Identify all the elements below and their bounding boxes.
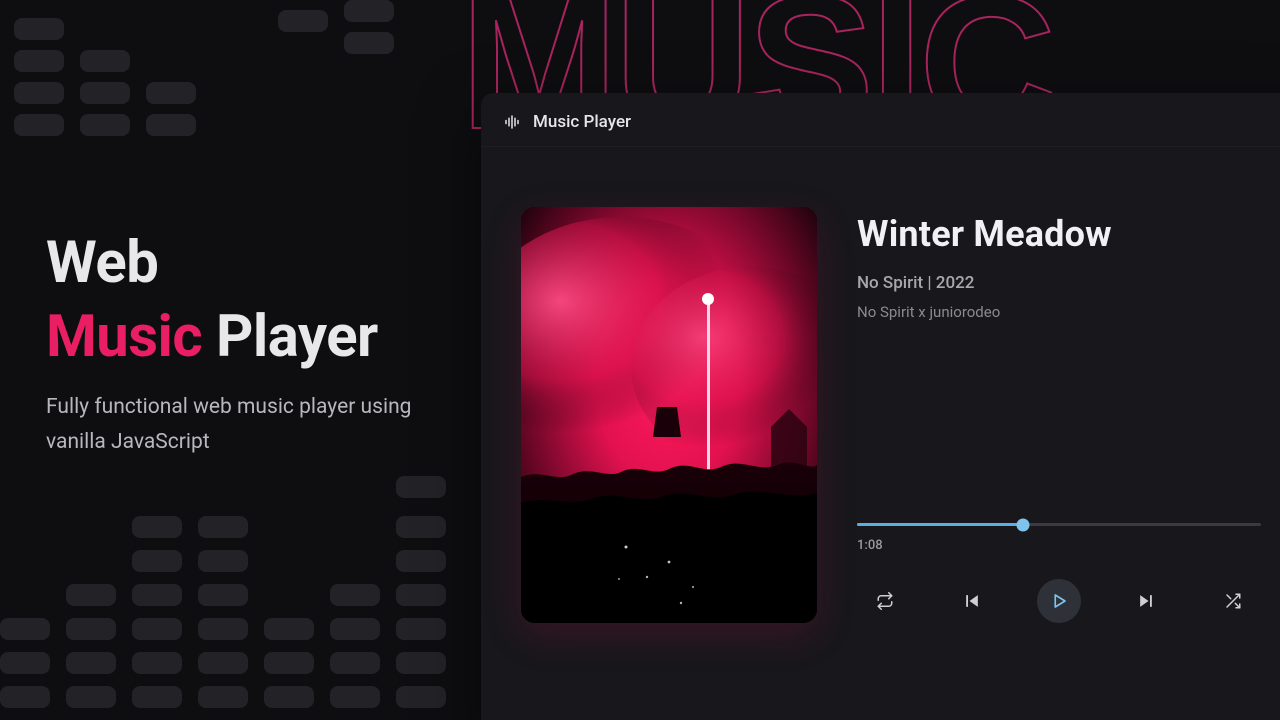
play-button[interactable] bbox=[1037, 579, 1081, 623]
next-button[interactable] bbox=[1124, 579, 1168, 623]
progress-bar[interactable] bbox=[857, 523, 1261, 526]
repeat-icon bbox=[876, 592, 894, 610]
track-meta: No Spirit | 2022 bbox=[857, 273, 1261, 293]
hero-title-line1: Web bbox=[46, 229, 158, 297]
elapsed-time: 1:08 bbox=[857, 538, 1261, 553]
track-title: Winter Meadow bbox=[857, 213, 1261, 255]
player-header: Music Player bbox=[481, 93, 1280, 147]
album-art bbox=[521, 207, 817, 623]
repeat-button[interactable] bbox=[863, 579, 907, 623]
skip-next-icon bbox=[1136, 591, 1156, 611]
progress-thumb[interactable] bbox=[1016, 518, 1029, 531]
hero-title: Web Music Player bbox=[46, 226, 466, 374]
previous-button[interactable] bbox=[950, 579, 994, 623]
hero-block: Web Music Player Fully functional web mu… bbox=[46, 226, 466, 460]
progress-fill bbox=[857, 523, 1023, 526]
hero-title-rest: Player bbox=[216, 303, 378, 371]
skip-previous-icon bbox=[962, 591, 982, 611]
shuffle-icon bbox=[1224, 592, 1242, 610]
play-icon bbox=[1050, 592, 1068, 610]
player-header-label: Music Player bbox=[533, 112, 631, 132]
sound-wave-icon bbox=[503, 113, 521, 131]
hero-subtitle: Fully functional web music player using … bbox=[46, 390, 466, 459]
track-artist: No Spirit x juniorodeo bbox=[857, 303, 1261, 321]
music-player-panel: Music Player bbox=[481, 93, 1280, 720]
shuffle-button[interactable] bbox=[1211, 579, 1255, 623]
hero-title-accent: Music bbox=[46, 303, 202, 371]
